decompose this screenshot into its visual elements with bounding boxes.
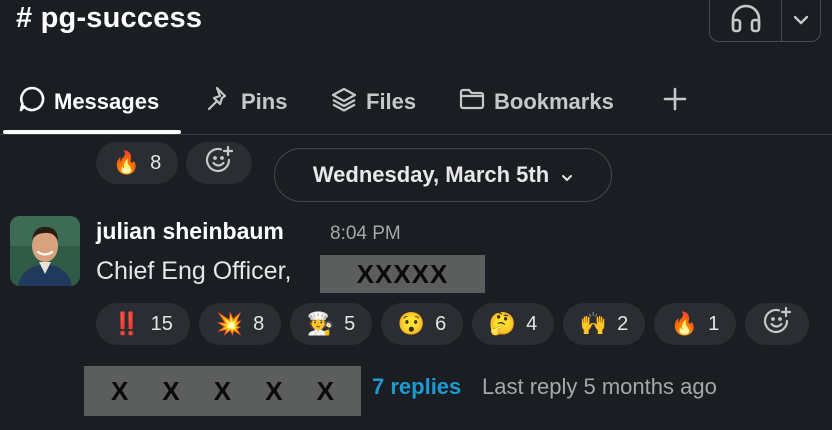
redacted-avatar: X <box>316 375 334 406</box>
reaction-pill[interactable]: 🤔 4 <box>472 303 554 345</box>
tabs-divider <box>0 134 832 135</box>
last-reply-text: Last reply 5 months ago <box>482 374 717 399</box>
redacted-avatar: X <box>162 375 180 406</box>
tab-label: Pins <box>241 89 288 114</box>
add-emoji-icon <box>762 306 792 342</box>
reaction-pill[interactable]: 😯 6 <box>381 303 463 345</box>
date-divider-button[interactable]: Wednesday, March 5th <box>274 148 612 202</box>
huddle-controls <box>709 0 821 42</box>
channel-name: pg-success <box>40 2 203 34</box>
plus-icon <box>662 86 688 118</box>
tab-label: Bookmarks <box>494 89 614 114</box>
redacted-text: XXXXX <box>320 255 485 293</box>
reaction-pill[interactable]: ‼️ 15 <box>96 303 190 345</box>
add-reaction-button[interactable] <box>186 142 252 184</box>
reaction-pill[interactable]: 💥 8 <box>199 303 281 345</box>
layers-icon <box>330 85 358 119</box>
add-tab-button[interactable] <box>662 72 688 132</box>
tab-files[interactable]: Files <box>330 72 416 132</box>
chevron-down-icon <box>793 12 809 30</box>
reaction-count: 8 <box>150 151 162 174</box>
pin-icon <box>205 85 233 119</box>
fire-emoji-icon: 🔥 <box>112 150 141 175</box>
redacted-avatar: X <box>111 375 129 406</box>
tab-bookmarks[interactable]: Bookmarks <box>458 72 614 132</box>
reaction-pill[interactable]: 🔥 8 <box>96 142 178 184</box>
chevron-down-icon <box>561 162 573 188</box>
reaction-count: 4 <box>526 312 538 335</box>
channel-tabs: Messages Pins Files Bookmarks <box>0 72 832 134</box>
date-label: Wednesday, March 5th <box>312 162 550 187</box>
redacted-avatar: X <box>213 375 232 406</box>
chat-bubble-icon <box>18 85 46 119</box>
add-reaction-button[interactable] <box>745 303 809 345</box>
collision-emoji-icon: 💥 <box>215 311 244 336</box>
hushed-face-emoji-icon: 😯 <box>397 311 426 336</box>
reaction-count: 5 <box>344 312 356 335</box>
avatar[interactable] <box>10 216 80 286</box>
huddle-menu-button[interactable] <box>782 0 820 41</box>
tab-messages[interactable]: Messages <box>18 72 159 132</box>
redacted-avatar: X <box>265 375 283 406</box>
tab-label: Files <box>366 89 417 114</box>
raised-hands-emoji-icon: 🙌 <box>579 311 608 336</box>
tab-pins[interactable]: Pins <box>205 72 287 132</box>
tab-label: Messages <box>54 89 160 114</box>
reaction-pill[interactable]: 🧑‍🍳 5 <box>290 303 372 345</box>
message-timestamp[interactable]: 8:04 PM <box>330 223 401 245</box>
huddle-button[interactable] <box>710 0 782 41</box>
reaction-count: 1 <box>708 312 720 335</box>
replies-link[interactable]: 7 replies <box>372 374 461 400</box>
redacted-reply-avatars[interactable]: X X X X X <box>84 366 361 416</box>
reaction-pill[interactable]: 🙌 2 <box>563 303 645 345</box>
sender-name[interactable]: julian sheinbaum <box>96 218 284 245</box>
reaction-count: 2 <box>617 312 629 335</box>
chef-emoji-icon: 🧑‍🍳 <box>306 311 335 336</box>
channel-title[interactable]: # pg-success <box>16 2 202 35</box>
reaction-pill[interactable]: 🔥 1 <box>654 303 736 345</box>
fire-emoji-icon: 🔥 <box>670 311 699 336</box>
double-exclamation-emoji-icon: ‼️ <box>113 311 141 336</box>
folder-icon <box>458 85 486 119</box>
reaction-count: 6 <box>435 312 447 335</box>
reaction-count: 8 <box>253 312 265 335</box>
message-text: Chief Eng Officer, <box>96 257 292 285</box>
thinking-face-emoji-icon: 🤔 <box>488 311 517 336</box>
reaction-count: 15 <box>150 312 173 335</box>
add-emoji-icon <box>204 145 234 181</box>
channel-hash: # <box>16 2 33 34</box>
headphones-icon <box>729 3 763 38</box>
